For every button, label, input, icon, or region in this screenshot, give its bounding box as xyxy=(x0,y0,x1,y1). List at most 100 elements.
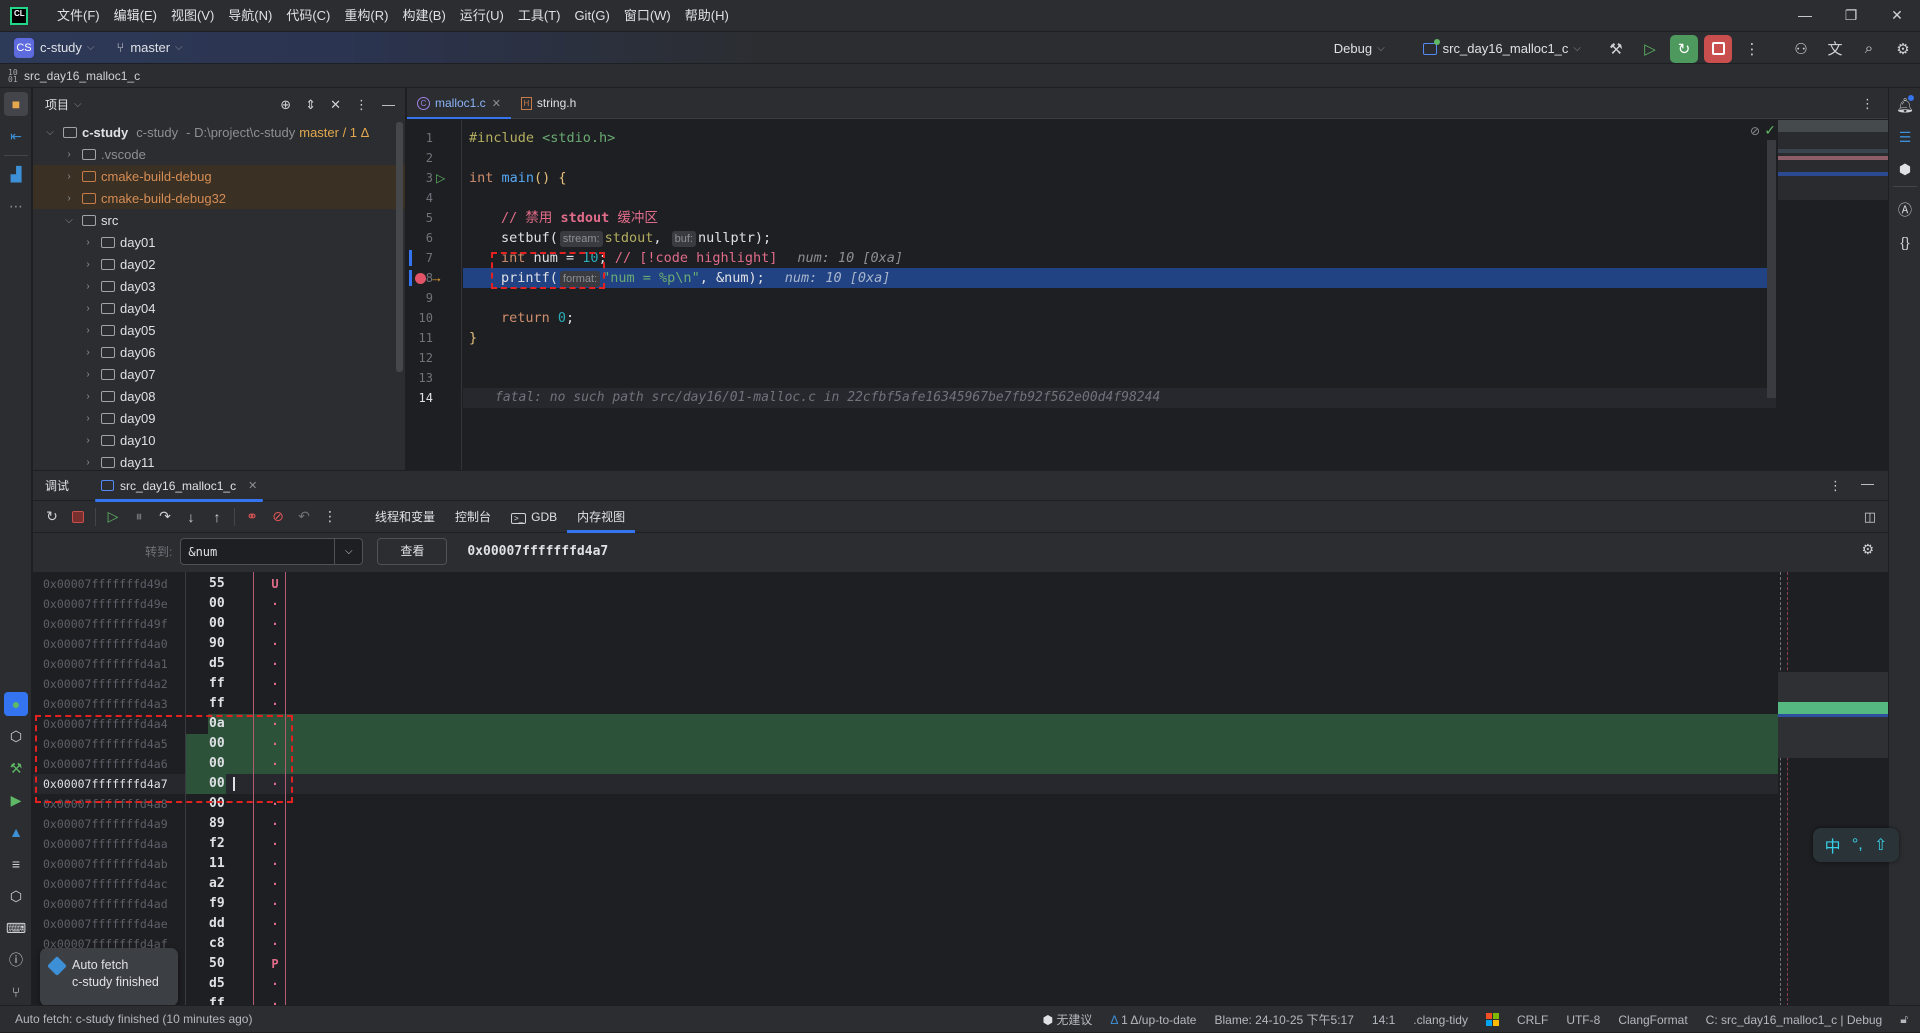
tree-item[interactable]: › day02 xyxy=(33,253,405,275)
run-icon[interactable]: ▶ xyxy=(4,788,28,812)
more-debug-icon[interactable]: ⋮ xyxy=(317,504,343,530)
chevron-down-icon[interactable]: ⌵ xyxy=(334,539,362,564)
status-formatter[interactable]: ClangFormat xyxy=(1618,1013,1687,1027)
tree-item[interactable]: › day09 xyxy=(33,407,405,429)
memory-hex-value[interactable]: 90 xyxy=(209,634,225,654)
memory-hex-value[interactable]: d5 xyxy=(209,654,225,674)
status-git-changes[interactable]: Δ 1 Δ/up-to-date xyxy=(1110,1013,1196,1027)
memory-row[interactable]: 0x00007fffffffd4a6 00 · xyxy=(33,754,1778,774)
memory-minimap[interactable] xyxy=(1778,672,1888,758)
close-button[interactable]: ✕ xyxy=(1874,0,1920,31)
memory-row[interactable]: 0x00007fffffffd4a3 ff · xyxy=(33,694,1778,714)
memory-row[interactable]: 0x00007fffffffd49e 00 · xyxy=(33,594,1778,614)
chevron-right-icon[interactable]: › xyxy=(81,303,95,314)
line-number[interactable]: 3 xyxy=(407,168,433,188)
ai-assistant-icon[interactable]: ⬢ xyxy=(1893,157,1917,181)
memory-hex-value[interactable]: a2 xyxy=(209,874,225,894)
tree-item[interactable]: › day10 xyxy=(33,429,405,451)
more-tools-icon[interactable]: ⋯ xyxy=(4,194,28,218)
change-marker[interactable] xyxy=(409,270,412,286)
services-run-icon[interactable]: ⬡ xyxy=(4,884,28,908)
ime-punctuation[interactable]: °, xyxy=(1852,836,1863,854)
code-view[interactable]: #include <stdio.h> int main() { // 禁用 st… xyxy=(463,120,1776,470)
ime-language[interactable]: 中 xyxy=(1825,833,1841,857)
lock-icon[interactable]: 🔓︎ xyxy=(1900,1012,1908,1027)
tab-gdb[interactable]: >_ GDB xyxy=(501,501,567,533)
rerun-icon[interactable]: ↻ xyxy=(39,504,65,530)
branch-selector[interactable]: master xyxy=(130,40,170,55)
memory-row[interactable]: 0x00007fffffffd4a2 ff · xyxy=(33,674,1778,694)
project-scrollbar[interactable] xyxy=(396,122,403,372)
stop-debug-icon[interactable] xyxy=(65,504,91,530)
goto-address-input[interactable]: &num ⌵ xyxy=(180,538,364,565)
structure-icon[interactable]: ▟ xyxy=(4,162,28,186)
chevron-right-icon[interactable]: › xyxy=(81,391,95,402)
line-number[interactable]: 12 xyxy=(407,348,433,368)
tab-memory-view[interactable]: 内存视图 xyxy=(567,501,636,533)
problems-icon[interactable]: ⓘ xyxy=(4,948,28,972)
breakpoint-icon[interactable] xyxy=(415,273,426,284)
memory-row[interactable]: 0x00007fffffffd4a8 00 · xyxy=(33,794,1778,814)
chevron-right-icon[interactable]: › xyxy=(81,413,95,424)
tab-malloc1-c[interactable]: C malloc1.c ✕ xyxy=(407,88,511,119)
project-badge[interactable]: CS xyxy=(14,37,34,58)
services-icon[interactable]: ⬡ xyxy=(4,724,28,748)
line-number[interactable]: 4 xyxy=(407,188,433,208)
code-minimap[interactable] xyxy=(1778,120,1888,200)
line-number[interactable]: 14 xyxy=(407,388,433,408)
view-breakpoints-icon[interactable]: ⚭ xyxy=(239,504,265,530)
menu-code[interactable]: 代码(C) xyxy=(279,0,337,31)
chevron-right-icon[interactable]: › xyxy=(62,193,76,204)
memory-row[interactable]: 0x00007fffffffd4b1d5· xyxy=(33,974,1778,994)
more-icon[interactable]: ⋮ xyxy=(1738,35,1766,63)
debug-session-tab[interactable]: src_day16_malloc1_c ✕ xyxy=(95,471,264,502)
layout-icon[interactable]: ◫ xyxy=(1864,509,1876,525)
ime-skin-icon[interactable]: ⇧ xyxy=(1874,835,1887,855)
chevron-right-icon[interactable]: › xyxy=(62,171,76,182)
run-config-selector[interactable]: Debug xyxy=(1334,41,1372,56)
tree-item[interactable]: › day01 xyxy=(33,231,405,253)
rerun-debug-icon[interactable]: ↻ xyxy=(1670,34,1698,63)
change-marker[interactable] xyxy=(409,250,412,266)
tree-item[interactable]: › day08 xyxy=(33,385,405,407)
restore-button[interactable]: ❐ xyxy=(1828,0,1874,31)
tree-item[interactable]: › cmake-build-debug32 xyxy=(33,187,405,209)
memory-hex-value[interactable]: dd xyxy=(209,914,225,934)
chevron-right-icon[interactable]: › xyxy=(81,237,95,248)
terminal-icon[interactable]: ⌨ xyxy=(4,916,28,940)
menu-window[interactable]: 窗口(W) xyxy=(617,0,678,31)
menu-edit[interactable]: 编辑(E) xyxy=(107,0,164,31)
memory-settings-icon[interactable]: ⚙ xyxy=(1861,541,1874,558)
step-out-icon[interactable]: ↑ xyxy=(204,504,230,530)
close-tab-icon[interactable]: ✕ xyxy=(492,97,501,110)
menu-view[interactable]: 视图(V) xyxy=(164,0,221,31)
line-number[interactable]: 6 xyxy=(407,228,433,248)
editor-gutter[interactable]: 1 2 3 4 5 6 7 8 9 10 11 12 13 14 ▷ → xyxy=(407,120,462,470)
project-folder-icon[interactable]: ■ xyxy=(4,92,28,116)
tree-item[interactable]: › cmake-build-debug xyxy=(33,165,405,187)
chevron-right-icon[interactable]: › xyxy=(62,149,76,160)
memory-hex-value[interactable]: ff xyxy=(209,674,225,694)
status-blame[interactable]: Blame: 24-10-25 下午5:17 xyxy=(1214,1011,1353,1028)
status-ai-suggestions[interactable]: ⬢ 无建议 xyxy=(1043,1011,1093,1028)
memory-row[interactable]: 0x00007fffffffd4a9 89 · xyxy=(33,814,1778,834)
tree-item[interactable]: › day06 xyxy=(33,341,405,363)
locate-icon[interactable]: ⊕ xyxy=(280,97,291,113)
undo-icon[interactable]: ↶ xyxy=(291,504,317,530)
line-number[interactable]: 5 xyxy=(407,208,433,228)
json-icon[interactable]: {} xyxy=(1893,230,1917,254)
tab-console[interactable]: 控制台 xyxy=(445,501,501,533)
stop-icon[interactable] xyxy=(1704,34,1732,63)
memory-hex-value[interactable]: 11 xyxy=(209,854,225,874)
chevron-right-icon[interactable]: › xyxy=(81,281,95,292)
memory-hex-value[interactable]: 89 xyxy=(209,814,225,834)
memory-row[interactable]: 0x00007fffffffd49f 00 · xyxy=(33,614,1778,634)
step-into-icon[interactable]: ↓ xyxy=(178,504,204,530)
memory-row[interactable]: 0x00007fffffffd4a0 90 · xyxy=(33,634,1778,654)
reader-mode-icon[interactable]: ⊘ xyxy=(1750,124,1760,138)
status-line-separator[interactable]: CRLF xyxy=(1517,1013,1548,1027)
no-problems-check-icon[interactable]: ✓ xyxy=(1764,122,1776,139)
chevron-down-icon[interactable]: ⌵ xyxy=(43,127,57,138)
line-number[interactable]: 1 xyxy=(407,128,433,148)
tree-item[interactable]: › day03 xyxy=(33,275,405,297)
